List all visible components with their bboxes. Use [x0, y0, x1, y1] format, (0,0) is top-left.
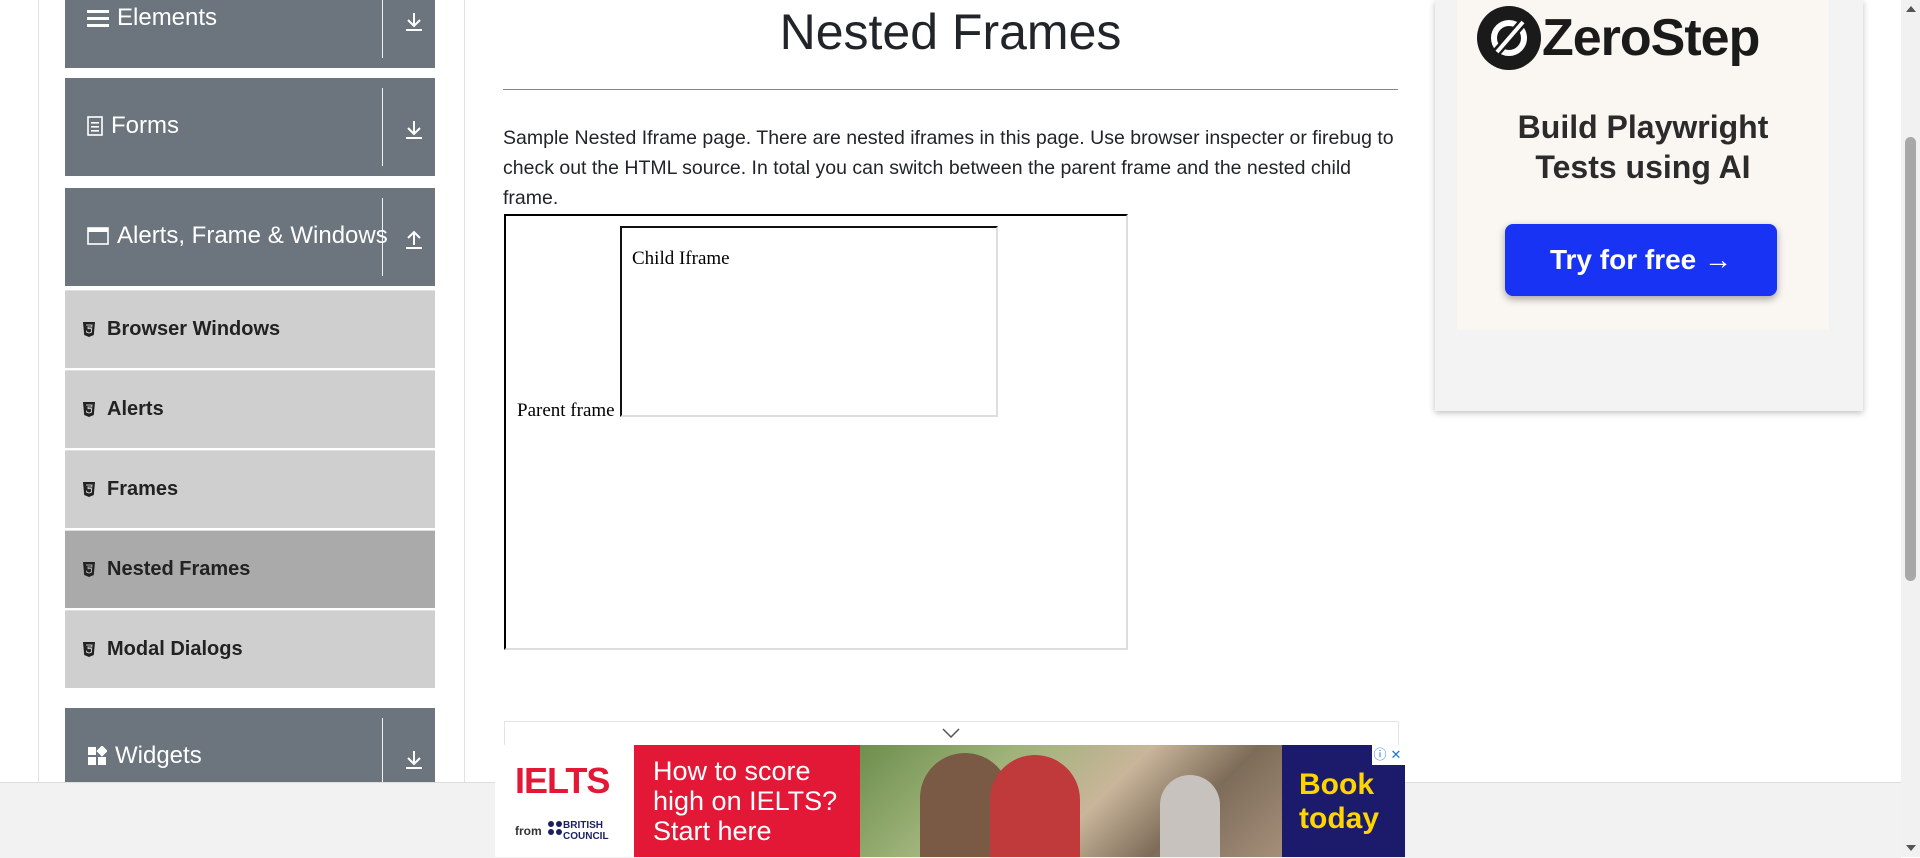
group-widgets-label: Widgets — [115, 742, 202, 769]
sidebar-item-modal-dialogs[interactable]: Modal Dialogs — [65, 610, 435, 688]
try-for-free-button[interactable]: Try for free → — [1505, 224, 1777, 296]
book-today-line1: Book — [1299, 768, 1374, 801]
group-elements[interactable]: Elements — [65, 0, 435, 68]
ielts-ad-line2: high on IELTS? — [653, 786, 838, 816]
ielts-red-panel: How to score high on IELTS? Start here — [634, 745, 860, 857]
scroll-down-arrow-icon[interactable] — [1906, 845, 1916, 851]
group-elements-title: Elements — [87, 4, 217, 32]
window-icon — [87, 227, 109, 245]
zerostep-headline: Build Playwright Tests using AI — [1457, 107, 1829, 187]
british-council-text: BRITISH COUNCIL — [563, 820, 609, 842]
sidebar-right-rule — [464, 0, 465, 782]
ielts-logo-text: IELTS — [515, 760, 610, 801]
sidebar-item-frames[interactable]: Frames — [65, 450, 435, 528]
british-council-dots-icon — [548, 821, 562, 835]
parent-iframe[interactable]: Parent frame Child Iframe — [504, 214, 1128, 650]
zerostep-ad[interactable]: ZeroStep Build Playwright Tests using AI… — [1435, 0, 1863, 411]
sidebar-item-nested-frames[interactable]: Nested Frames — [65, 530, 435, 608]
html5-icon — [83, 402, 95, 417]
html5-icon — [83, 322, 95, 337]
sidebar-item-label: Alerts — [107, 398, 164, 420]
page-description: Sample Nested Iframe page. There are nes… — [503, 127, 1394, 209]
ielts-logo: IELTS from BRITISH COUNCIL — [495, 745, 634, 857]
sidebar-item-label: Nested Frames — [107, 558, 251, 580]
group-forms-label: Forms — [111, 112, 179, 139]
download-icon[interactable] — [402, 748, 426, 772]
group-divider — [382, 0, 383, 58]
ad-close-icon[interactable]: ✕ — [1388, 745, 1404, 765]
page-scrollbar[interactable] — [1901, 0, 1920, 857]
menu-icon — [87, 10, 109, 27]
group-widgets-title: Widgets — [87, 742, 202, 770]
parent-frame-text: Parent frame — [517, 400, 615, 421]
html5-icon — [83, 482, 95, 497]
page-title: Nested Frames — [779, 4, 1122, 60]
child-frame-text: Child Iframe — [632, 248, 730, 269]
group-alerts-frame-windows[interactable]: Alerts, Frame & Windows — [65, 188, 435, 286]
ielts-ad-text: How to score high on IELTS? Start here — [653, 756, 837, 846]
sidebar-item-browser-windows[interactable]: Browser Windows — [65, 290, 435, 368]
ielts-ad-line3: Start here — [653, 816, 772, 846]
zerostep-headline-line1: Build Playwright — [1517, 109, 1769, 145]
ad-info-icon[interactable]: ⓘ — [1372, 745, 1388, 765]
sidebar-item-label: Browser Windows — [107, 318, 281, 340]
group-forms-title: Forms — [87, 112, 179, 140]
students-photo — [860, 745, 1282, 857]
sidebar: Elements Forms Alerts, Frame & Windows B… — [0, 0, 465, 806]
ielts-from-text: from — [515, 824, 542, 838]
student-figure — [1160, 775, 1220, 857]
ad-collapse-bar[interactable] — [504, 721, 1399, 746]
group-forms[interactable]: Forms — [65, 78, 435, 176]
chevron-down-icon[interactable] — [942, 728, 960, 738]
html5-icon — [83, 562, 95, 577]
british-council-line2: COUNCIL — [563, 831, 609, 842]
scroll-up-arrow-icon[interactable] — [1906, 6, 1916, 12]
group-divider — [382, 198, 383, 276]
student-figure — [990, 755, 1080, 857]
html5-icon — [83, 642, 95, 657]
sidebar-item-label: Frames — [107, 478, 179, 500]
document-icon — [87, 116, 103, 136]
book-today-text: Book today — [1299, 768, 1379, 836]
download-icon[interactable] — [402, 10, 426, 34]
book-today-line2: today — [1299, 802, 1380, 835]
zerostep-headline-line2: Tests using AI — [1535, 149, 1751, 185]
ielts-ad[interactable]: IELTS from BRITISH COUNCIL How to score … — [495, 745, 1405, 857]
widgets-icon — [88, 746, 107, 765]
sidebar-left-rule — [38, 0, 39, 782]
scrollbar-thumb[interactable] — [1905, 137, 1916, 581]
group-elements-label: Elements — [117, 4, 218, 31]
child-iframe[interactable]: Child Iframe — [620, 226, 998, 417]
group-divider — [382, 88, 383, 166]
british-council-line1: BRITISH — [563, 820, 603, 831]
upload-icon[interactable] — [402, 228, 426, 252]
zerostep-ad-panel: ZeroStep Build Playwright Tests using AI… — [1457, 0, 1829, 330]
zerostep-logo-icon — [1477, 6, 1541, 70]
title-divider — [503, 89, 1398, 90]
download-icon[interactable] — [402, 118, 426, 142]
sidebar-item-alerts[interactable]: Alerts — [65, 370, 435, 448]
zerostep-brand: ZeroStep — [1542, 9, 1760, 67]
group-alerts-label: Alerts, Frame & Windows — [117, 222, 388, 249]
group-alerts-title: Alerts, Frame & Windows — [87, 222, 388, 250]
ad-choices[interactable]: ⓘ ✕ — [1372, 745, 1405, 765]
sidebar-item-label: Modal Dialogs — [107, 638, 243, 660]
ielts-ad-line1: How to score — [653, 756, 811, 786]
